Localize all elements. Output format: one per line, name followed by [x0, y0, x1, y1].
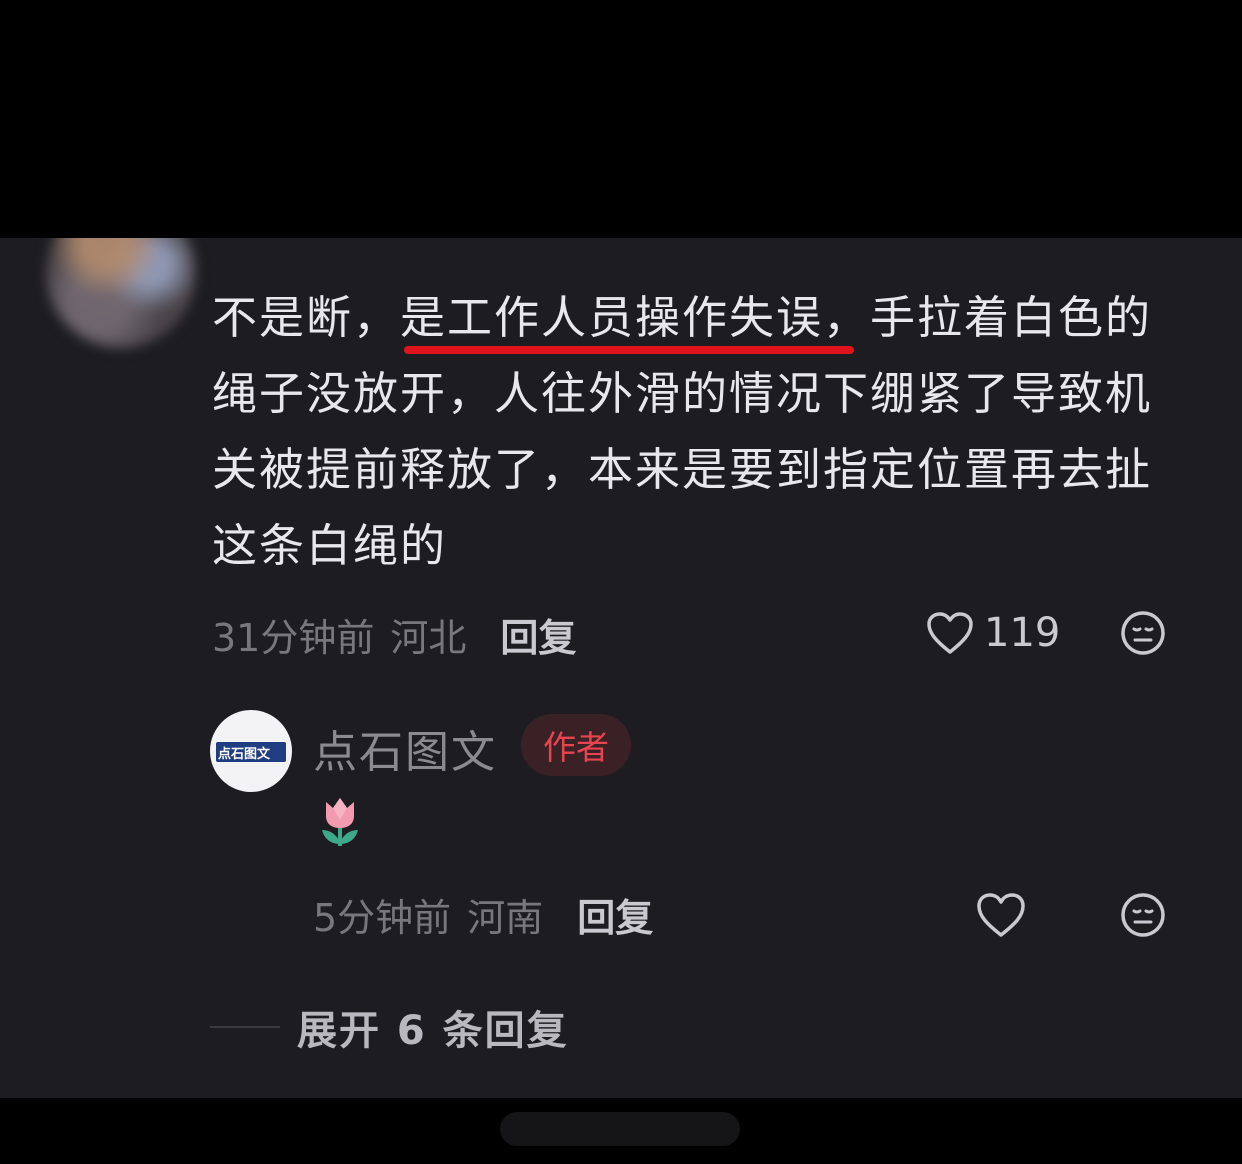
- comment-body: 不是断，是工作人员操作失误，手拉着白色的 绳子没放开，人往外滑的情况下绷紧了导致…: [212, 280, 1202, 584]
- comment-time: 31分钟前: [212, 615, 375, 660]
- reply-time: 5分钟前: [313, 895, 452, 940]
- like-button[interactable]: 119: [926, 608, 1060, 658]
- author-avatar[interactable]: 点石图文: [210, 710, 292, 792]
- tulip-emoji-icon: [322, 798, 358, 846]
- red-highlight-underline: [404, 346, 854, 354]
- reply-author-name[interactable]: 点石图文: [313, 716, 497, 780]
- reply-meta: 5分钟前 河南 回复: [313, 884, 653, 944]
- author-logo-text: 点石图文: [218, 747, 271, 762]
- comment-line: 不是断，是工作人员操作失误，手拉着白色的: [212, 291, 1153, 344]
- author-badge: 作者: [521, 714, 631, 776]
- top-blank-area: [0, 0, 1242, 238]
- reply-reply-button[interactable]: 回复: [577, 887, 653, 942]
- heart-icon: [927, 612, 973, 654]
- comment-panel: 不是断，是工作人员操作失误，手拉着白色的 绳子没放开，人往外滑的情况下绷紧了导致…: [0, 238, 1242, 1098]
- reply-like-heart-icon[interactable]: [976, 890, 1026, 940]
- comment-line: 这条白绳的: [212, 519, 448, 572]
- like-count: 119: [984, 610, 1061, 656]
- expand-divider: [210, 1026, 280, 1028]
- expand-replies-button[interactable]: 展开 6 条回复: [297, 998, 569, 1056]
- comment-meta: 31分钟前 河北 回复: [212, 604, 576, 664]
- reply-button[interactable]: 回复: [500, 607, 576, 662]
- reply-dislike-face-icon[interactable]: [1120, 892, 1166, 938]
- commenter-avatar[interactable]: [46, 238, 196, 348]
- comment-line: 绳子没放开，人往外滑的情况下绷紧了导致机: [212, 367, 1153, 420]
- comment-line: 关被提前释放了，本来是要到指定位置再去扯: [212, 443, 1153, 496]
- home-indicator: [500, 1112, 740, 1146]
- dislike-face-icon[interactable]: [1120, 610, 1166, 656]
- comment-location: 河北: [390, 615, 467, 660]
- reply-location: 河南: [467, 895, 544, 940]
